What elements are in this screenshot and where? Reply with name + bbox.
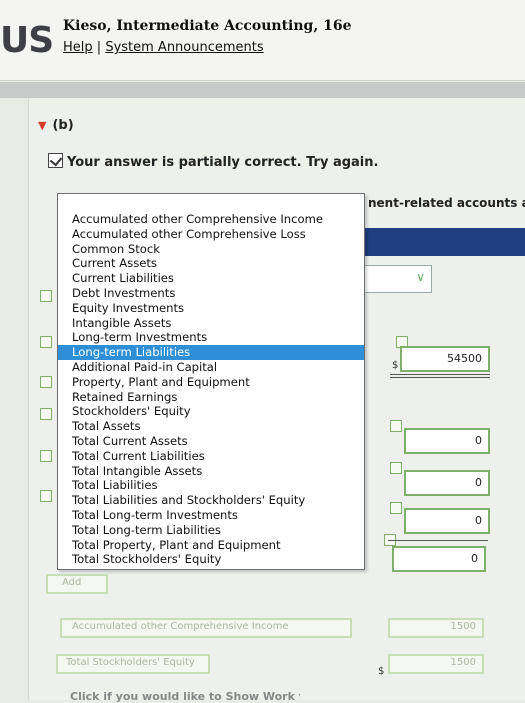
dropdown-option[interactable]: Debt Investments: [58, 286, 364, 301]
account-dropdown-list[interactable]: Accumulated other Comprehensive Income Ac…: [57, 193, 365, 570]
dropdown-option[interactable]: Total Assets: [58, 419, 364, 434]
x-icon: [40, 336, 52, 348]
amount-value: 0: [475, 514, 482, 527]
dropdown-option[interactable]: Total Stockholders' Equity: [58, 552, 364, 567]
chevron-down-icon: ∨: [416, 270, 425, 284]
amount-input[interactable]: 0: [404, 470, 490, 496]
divider-band: [0, 82, 525, 98]
amount-input[interactable]: 1500: [388, 618, 484, 638]
dollar-sign: $: [378, 666, 385, 677]
dropdown-option[interactable]: Total Long-term Investments: [58, 508, 364, 523]
underline: [390, 377, 490, 378]
dropdown-option[interactable]: Accumulated other Comprehensive Income: [58, 212, 364, 227]
instruction-fragment: nent-related accounts at: [368, 196, 525, 210]
dropdown-option[interactable]: Total Current Liabilities: [58, 449, 364, 464]
announcements-link[interactable]: System Announcements: [105, 40, 263, 55]
amount-value: 1500: [450, 621, 476, 632]
header-links: Help | System Announcements: [63, 40, 264, 55]
amount-input[interactable]: 0: [392, 546, 486, 572]
top-bar: US Kieso, Intermediate Accounting, 16e H…: [0, 0, 525, 81]
collapse-triangle-icon[interactable]: ▼: [38, 119, 46, 132]
partial-check-icon: [48, 153, 63, 168]
dollar-sign: $: [392, 360, 399, 371]
dropdown-option[interactable]: Retained Earnings: [58, 390, 364, 405]
dropdown-option[interactable]: Stockholders' Equity: [58, 404, 364, 419]
amount-input[interactable]: 0: [404, 428, 490, 454]
dropdown-option[interactable]: Long-term Investments: [58, 330, 364, 345]
amount-value: 1500: [450, 657, 476, 668]
account-select-label: Accumulated other Comprehensive Income: [72, 621, 289, 632]
check-icon: [40, 490, 52, 502]
amount-value: 0: [475, 476, 482, 489]
dropdown-option[interactable]: Property, Plant and Equipment: [58, 375, 364, 390]
check-icon: [40, 290, 52, 302]
dropdown-option[interactable]: Intangible Assets: [58, 316, 364, 331]
dropdown-option[interactable]: Total Current Assets: [58, 434, 364, 449]
dropdown-option[interactable]: Total Intangible Assets: [58, 464, 364, 479]
check-icon: [40, 408, 52, 420]
underline: [388, 540, 488, 541]
feedback-text: Your answer is partially correct. Try ag…: [67, 155, 379, 170]
check-icon: [390, 420, 402, 432]
check-icon: [40, 376, 52, 388]
amount-input[interactable]: 54500: [400, 346, 490, 372]
amount-value: 0: [471, 552, 478, 565]
amount-input[interactable]: 0: [404, 508, 490, 534]
dropdown-option[interactable]: Total Property, Plant and Equipment: [58, 538, 364, 553]
dropdown-option[interactable]: Total Liabilities: [58, 478, 364, 493]
dropdown-option[interactable]: Current Assets: [58, 256, 364, 271]
dropdown-options: Accumulated other Comprehensive Income Ac…: [58, 212, 364, 567]
underline: [390, 374, 490, 375]
add-button-label: Add: [62, 577, 82, 588]
link-separator: |: [96, 40, 102, 55]
period-select[interactable]: ∨: [360, 265, 432, 293]
check-icon: [390, 462, 402, 474]
dropdown-option[interactable]: Total Liabilities and Stockholders' Equi…: [58, 493, 364, 508]
dropdown-option[interactable]: Additional Paid-in Capital: [58, 360, 364, 375]
logo: US: [0, 20, 54, 61]
part-heading[interactable]: ▼ (b): [38, 118, 74, 133]
amount-input[interactable]: 1500: [388, 654, 484, 674]
dropdown-option[interactable]: Long-term Liabilities: [58, 345, 364, 360]
account-select[interactable]: Total Stockholders' Equity: [56, 654, 210, 674]
add-button[interactable]: Add: [46, 574, 108, 594]
dropdown-option[interactable]: Common Stock: [58, 242, 364, 257]
part-label: (b): [52, 118, 74, 133]
dropdown-option[interactable]: Equity Investments: [58, 301, 364, 316]
help-link[interactable]: Help: [63, 40, 93, 55]
amount-value: 0: [475, 434, 482, 447]
amount-value: 54500: [447, 352, 482, 365]
dropdown-option[interactable]: Accumulated other Comprehensive Loss: [58, 227, 364, 242]
account-select[interactable]: Accumulated other Comprehensive Income: [60, 618, 352, 638]
dropdown-option[interactable]: Total Long-term Liabilities: [58, 523, 364, 538]
feedback-message: Your answer is partially correct. Try ag…: [48, 153, 378, 170]
dropdown-option[interactable]: Current Liabilities: [58, 271, 364, 286]
account-select-label: Total Stockholders' Equity: [66, 657, 195, 668]
show-work-hint[interactable]: Click if you would like to Show Work for…: [70, 690, 300, 703]
check-icon: [40, 450, 52, 462]
check-icon: [390, 502, 402, 514]
book-title: Kieso, Intermediate Accounting, 16e: [63, 18, 352, 34]
